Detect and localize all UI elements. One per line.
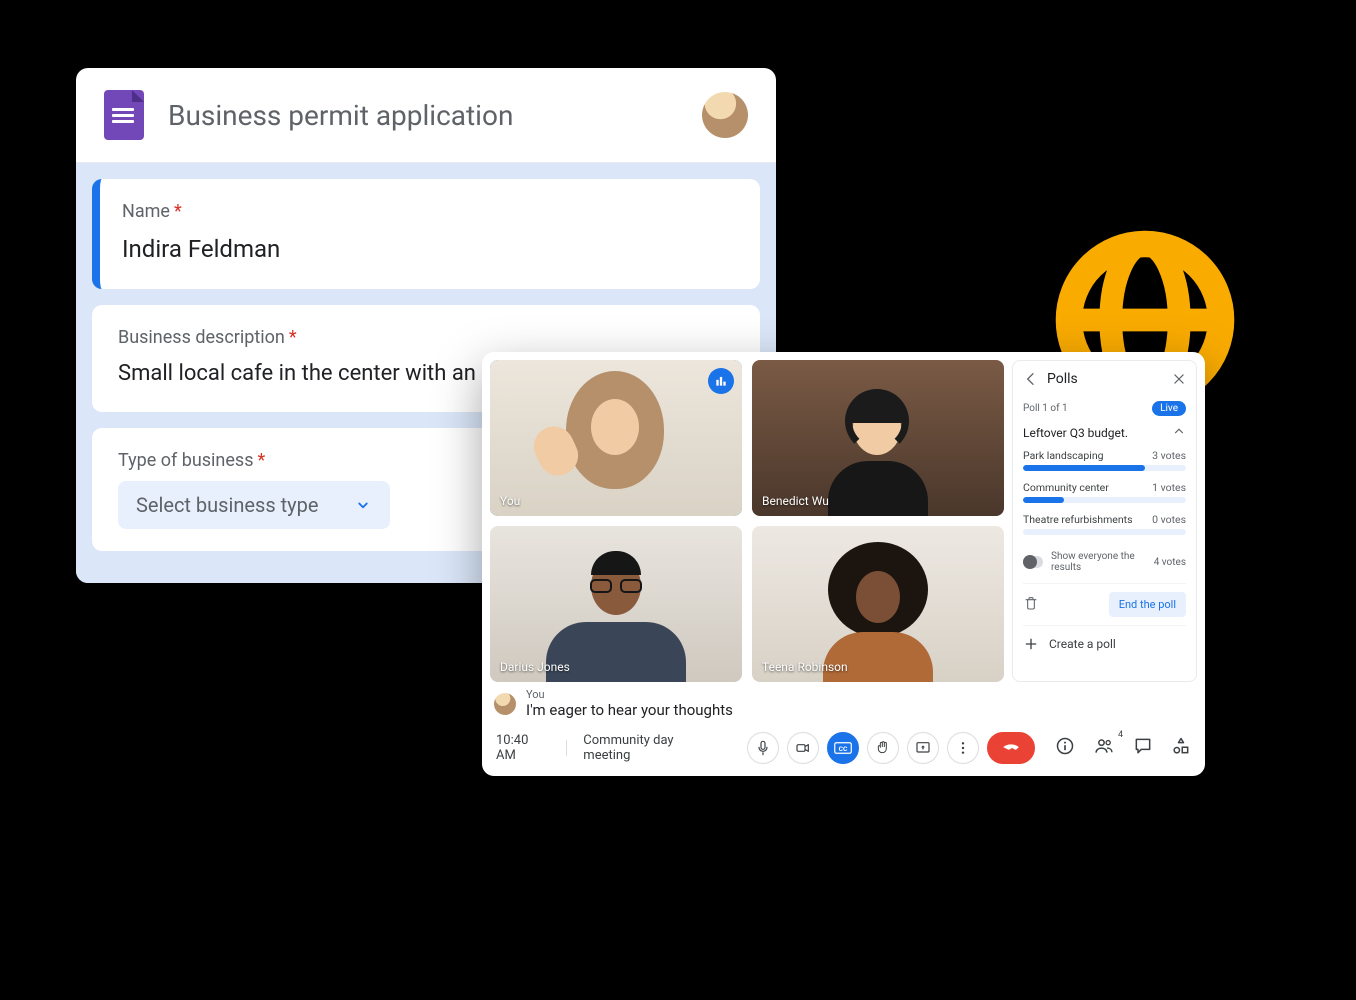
poll-bar [1023, 465, 1145, 471]
present-button[interactable] [907, 732, 939, 764]
end-call-button[interactable] [987, 732, 1035, 764]
back-arrow-icon[interactable] [1023, 371, 1039, 387]
question-label: Name* [122, 201, 734, 222]
participant-label: Benedict Wu [762, 494, 829, 508]
polls-title: Polls [1047, 371, 1164, 387]
people-icon[interactable]: 4 [1093, 736, 1115, 760]
video-tile-you[interactable]: You [490, 360, 742, 516]
forms-icon [104, 90, 144, 140]
more-options-button[interactable] [947, 732, 979, 764]
video-tile-benedict[interactable]: Benedict Wu [752, 360, 1004, 516]
question-name: Name* Indira Feldman [92, 179, 760, 289]
captions-button[interactable]: CC [827, 732, 859, 764]
poll-indicator-icon [708, 368, 734, 394]
polls-panel: Polls Poll 1 of 1 Live Leftover Q3 budge… [1012, 360, 1197, 682]
video-tile-darius[interactable]: Darius Jones [490, 526, 742, 682]
chevron-down-icon [354, 496, 372, 514]
poll-question: Leftover Q3 budget. [1023, 426, 1128, 440]
meeting-time: 10:40 AM [496, 733, 550, 763]
participant-label: You [500, 494, 520, 508]
caption-avatar [494, 693, 516, 715]
poll-option[interactable]: Theatre refurbishments0 votes [1023, 513, 1186, 535]
show-results-toggle[interactable] [1023, 556, 1043, 568]
svg-text:CC: CC [839, 745, 848, 753]
poll-bar [1023, 497, 1064, 503]
caption-speaker: You [526, 688, 733, 702]
chevron-up-icon[interactable] [1172, 424, 1186, 441]
end-poll-button[interactable]: End the poll [1109, 592, 1186, 617]
participant-label: Darius Jones [500, 660, 570, 674]
meeting-name: Community day meeting [583, 733, 721, 763]
caption-text: I'm eager to hear your thoughts [526, 701, 733, 720]
mic-button[interactable] [747, 732, 779, 764]
info-icon[interactable] [1055, 736, 1075, 760]
avatar[interactable] [702, 92, 748, 138]
meet-card: You Benedict Wu [482, 352, 1205, 776]
people-count: 4 [1118, 730, 1123, 740]
chat-icon[interactable] [1133, 736, 1153, 760]
video-grid: You Benedict Wu [490, 360, 1004, 682]
select-placeholder: Select business type [136, 493, 318, 517]
activities-icon[interactable] [1171, 736, 1191, 760]
video-tile-teena[interactable]: Teena Robinson [752, 526, 1004, 682]
total-votes: 4 votes [1154, 557, 1186, 568]
plus-icon [1023, 636, 1039, 652]
business-type-select[interactable]: Select business type [118, 481, 390, 529]
caption-row: You I'm eager to hear your thoughts [482, 682, 1205, 725]
form-title: Business permit application [168, 99, 702, 132]
trash-icon[interactable] [1023, 595, 1039, 614]
divider [566, 740, 567, 756]
show-results-label: Show everyone the results [1051, 551, 1146, 573]
raise-hand-button[interactable] [867, 732, 899, 764]
live-badge: Live [1152, 401, 1186, 416]
meet-bottom-bar: 10:40 AM Community day meeting CC 4 [482, 724, 1205, 776]
form-header: Business permit application [76, 68, 776, 163]
name-field[interactable]: Indira Feldman [122, 232, 734, 267]
close-icon[interactable] [1172, 372, 1186, 386]
poll-option[interactable]: Park landscaping3 votes [1023, 449, 1186, 471]
participant-label: Teena Robinson [762, 660, 848, 674]
question-label: Business description* [118, 327, 734, 348]
poll-option[interactable]: Community center1 votes [1023, 481, 1186, 503]
camera-button[interactable] [787, 732, 819, 764]
create-poll-button[interactable]: Create a poll [1023, 625, 1186, 664]
poll-counter: Poll 1 of 1 [1023, 403, 1068, 414]
